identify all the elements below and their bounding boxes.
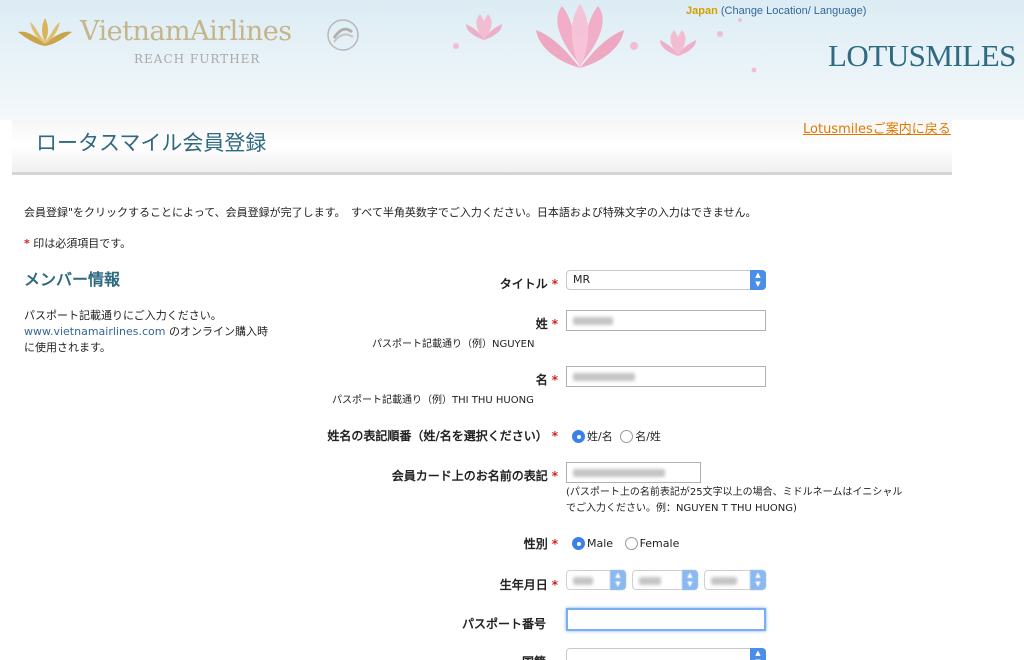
last-name-input[interactable] <box>566 310 766 331</box>
name-order-label-text: 姓名の表記順番（姓/名を選択ください） <box>327 429 548 443</box>
nationality-select[interactable]: ▲▼ <box>566 648 766 660</box>
nationality-label: 国籍 <box>522 653 546 660</box>
name-order-option-label: 名/姓 <box>635 430 661 443</box>
required-star: * <box>551 317 558 331</box>
location-selector[interactable]: Japan (Change Location/ Language) <box>686 5 866 17</box>
first-name-input[interactable] <box>566 366 766 387</box>
required-star: * <box>551 469 558 483</box>
name-order-label: 姓名の表記順番（姓/名を選択ください） * <box>327 427 558 444</box>
lotusmiles-logo: LOTUSMILES <box>828 38 1016 73</box>
birth-year-select[interactable]: ▲ ▼ <box>704 570 766 590</box>
first-name-hint: パスポート記載通り（例）THI THU HUONG <box>332 395 534 406</box>
card-name-label: 会員カード上のお名前の表記 * <box>392 467 558 484</box>
gender-option-label: Female <box>639 537 680 550</box>
vietnam-airlines-logo[interactable]: VietnamAirlines REACH FURTHER <box>14 10 359 74</box>
name-order-radio-first-last[interactable] <box>620 430 634 443</box>
required-note: * 印は必須項目です。 <box>24 235 131 251</box>
card-name-hint: (パスポート上の名前表記が25文字以上の場合、ミドルネームはイニシャル でご入力… <box>566 485 931 517</box>
gender-radio-group: Male Female <box>572 537 683 550</box>
masked-value <box>711 577 737 585</box>
section-title: メンバー情報 <box>24 270 121 289</box>
card-name-hint-line2: でご入力ください。例：NGUYEN T THU HUONG) <box>566 503 797 514</box>
brand-name: VietnamAirlines <box>80 16 292 47</box>
name-order-radio-last-first[interactable] <box>572 430 585 443</box>
last-name-label-text: 姓 <box>535 317 548 331</box>
masked-value <box>639 577 661 585</box>
last-name-label: 姓 * <box>536 315 558 332</box>
title-label-text: タイトル <box>499 277 548 291</box>
birthdate-label-text: 生年月日 <box>499 578 548 592</box>
gender-option-label: Male <box>587 537 614 550</box>
card-name-input[interactable] <box>566 462 701 483</box>
chevron-updown-icon: ▲▼ <box>682 570 698 590</box>
required-note-text: 印は必須項目です。 <box>29 237 132 250</box>
required-star: * <box>551 578 558 592</box>
masked-value <box>573 317 613 325</box>
passport-number-input[interactable] <box>566 608 766 631</box>
brand-tagline: REACH FURTHER <box>134 52 261 66</box>
section-desc-line1: パスポート記載通りにご入力ください。 <box>24 309 222 322</box>
gender-radio-female[interactable] <box>624 537 638 550</box>
chevron-updown-icon: ▲▼ <box>750 648 766 660</box>
name-order-option-label: 姓/名 <box>587 430 613 443</box>
intro-text: 会員登録"をクリックすることによって、会員登録が完了します。 すべて半角英数字で… <box>24 206 757 219</box>
chevron-updown-icon: ▲▼ <box>750 570 766 590</box>
first-name-label: 名 * <box>536 371 558 388</box>
chevron-updown-icon: ▲▼ <box>750 270 766 290</box>
required-star: * <box>551 373 558 387</box>
last-name-hint: パスポート記載通り（例）NGUYEN <box>372 339 535 350</box>
required-star: * <box>551 537 558 551</box>
birth-month-select[interactable]: ▲ ▼ <box>632 570 698 590</box>
section-description: パスポート記載通りにご入力ください。 www.vietnamairlines.c… <box>24 308 284 356</box>
title-label: タイトル * <box>500 275 558 292</box>
title-select-value: MR <box>573 273 591 286</box>
masked-value <box>573 373 635 381</box>
masked-value <box>573 577 593 585</box>
birthdate-label: 生年月日 * <box>500 576 558 593</box>
required-star: * <box>551 277 558 291</box>
section-desc-line3: に使用されます。 <box>24 341 111 354</box>
name-order-radio-group: 姓/名 名/姓 <box>572 428 665 444</box>
gender-radio-male[interactable] <box>572 537 585 550</box>
birth-day-select[interactable]: ▲ ▼ <box>566 570 626 590</box>
card-name-label-text: 会員カード上のお名前の表記 <box>391 469 548 483</box>
lotus-bird-icon <box>18 18 72 46</box>
site-link[interactable]: www.vietnamairlines.com <box>24 325 165 338</box>
chevron-updown-icon: ▲▼ <box>610 570 626 590</box>
first-name-label-text: 名 <box>535 373 548 387</box>
section-desc-line2: のオンライン購入時 <box>165 325 268 338</box>
skyteam-icon <box>327 19 359 51</box>
page-title: ロータスマイル会員登録 <box>36 131 267 155</box>
card-name-hint-line1: (パスポート上の名前表記が25文字以上の場合、ミドルネームはイニシャル <box>566 487 903 498</box>
required-star: * <box>551 429 558 443</box>
change-location-link[interactable]: (Change Location/ Language) <box>721 5 867 17</box>
masked-value <box>573 469 665 477</box>
back-to-lotusmiles-link[interactable]: Lotusmilesご案内に戻る <box>803 118 951 137</box>
passport-label: パスポート番号 <box>461 617 546 631</box>
location-country: Japan <box>686 5 718 17</box>
title-select[interactable]: MR ▲ ▼ <box>566 270 766 290</box>
gender-label-text: 性別 <box>523 537 548 551</box>
gender-label: 性別 * <box>524 535 558 552</box>
